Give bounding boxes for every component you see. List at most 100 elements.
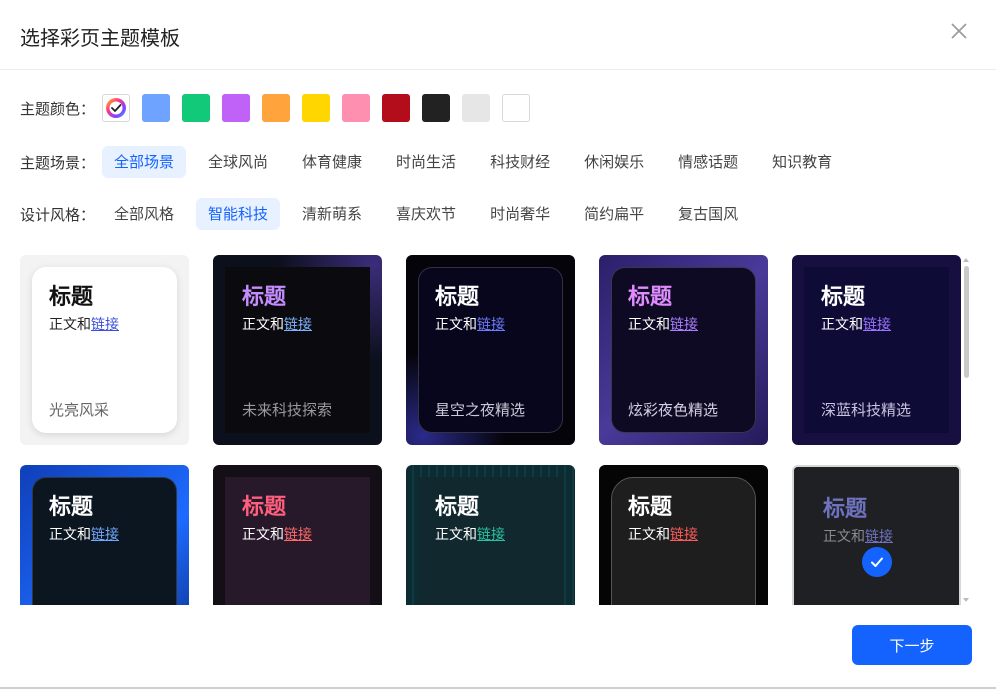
style-chip-3[interactable]: 清新萌系 bbox=[290, 198, 374, 230]
template-card-6[interactable]: 标题正文和链接 bbox=[20, 465, 189, 605]
style-chip-6[interactable]: 简约扁平 bbox=[572, 198, 656, 230]
style-chip-7[interactable]: 复古国风 bbox=[666, 198, 750, 230]
scroll-up-arrow-icon[interactable] bbox=[963, 258, 969, 262]
template-caption: 深蓝科技精选 bbox=[821, 401, 912, 419]
dialog-title: 选择彩页主题模板 bbox=[20, 26, 180, 50]
template-body-plain: 正文和 bbox=[49, 317, 91, 333]
template-title-text: 标题 bbox=[49, 495, 94, 520]
template-card-4[interactable]: 标题正文和链接炫彩夜色精选 bbox=[599, 255, 768, 445]
color-swatch-1[interactable] bbox=[142, 94, 170, 122]
template-body-plain: 正文和 bbox=[823, 529, 865, 545]
template-card-2[interactable]: 标题正文和链接未来科技探索 bbox=[213, 255, 382, 445]
scene-chip-5[interactable]: 科技财经 bbox=[478, 146, 562, 178]
style-chip-1[interactable]: 全部风格 bbox=[102, 198, 186, 230]
color-swatch-5[interactable] bbox=[302, 94, 330, 122]
template-caption: 光亮风采 bbox=[49, 401, 110, 419]
template-title-text: 标题 bbox=[435, 495, 480, 520]
template-body-text: 正文和链接 bbox=[435, 524, 505, 544]
close-icon[interactable] bbox=[948, 20, 970, 42]
template-caption: 星空之夜精选 bbox=[435, 401, 526, 419]
template-body-plain: 正文和 bbox=[435, 527, 477, 543]
template-card-1[interactable]: 标题正文和链接光亮风采 bbox=[20, 255, 189, 445]
template-body-link: 链接 bbox=[670, 317, 698, 333]
scene-chip-8[interactable]: 知识教育 bbox=[760, 146, 844, 178]
template-body-link: 链接 bbox=[91, 527, 119, 543]
template-body-link: 链接 bbox=[284, 527, 312, 543]
template-card-9[interactable]: 标题正文和链接 bbox=[599, 465, 768, 605]
scroll-thumb[interactable] bbox=[964, 266, 969, 378]
template-body-link: 链接 bbox=[863, 317, 891, 333]
template-body-link: 链接 bbox=[477, 527, 505, 543]
scroll-down-arrow-icon[interactable] bbox=[963, 598, 969, 602]
template-body-text: 正文和链接 bbox=[628, 524, 698, 544]
template-body-plain: 正文和 bbox=[821, 317, 863, 333]
template-body-plain: 正文和 bbox=[628, 527, 670, 543]
dialog-header: 选择彩页主题模板 bbox=[0, 0, 996, 70]
style-chip-4[interactable]: 喜庆欢节 bbox=[384, 198, 468, 230]
template-card-8[interactable]: 标题正文和链接 bbox=[406, 465, 575, 605]
color-swatch-10[interactable] bbox=[502, 94, 530, 122]
template-body-plain: 正文和 bbox=[242, 317, 284, 333]
color-swatch-6[interactable] bbox=[342, 94, 370, 122]
theme-template-dialog: 选择彩页主题模板 主题颜色： 主题场景： 全部场景 全球风尚 体育健康 时尚生活… bbox=[0, 0, 996, 689]
template-body-plain: 正文和 bbox=[242, 527, 284, 543]
color-swatch-9[interactable] bbox=[462, 94, 490, 122]
scene-chip-3[interactable]: 体育健康 bbox=[290, 146, 374, 178]
template-caption: 未来科技探索 bbox=[242, 401, 333, 419]
template-body-link: 链接 bbox=[284, 317, 312, 333]
template-gallery: 标题 正文和链接 光亮风采 标题 正文和链接 未来科技探索 标题 正文和链接 星空之夜精选 标题正… bbox=[20, 255, 964, 605]
color-swatch-8[interactable] bbox=[422, 94, 450, 122]
selected-check-icon bbox=[862, 547, 892, 577]
scene-chip-1[interactable]: 全部场景 bbox=[102, 146, 187, 178]
design-style-row: 设计风格： 全部风格 智能科技 清新萌系 喜庆欢节 时尚奢华 简约扁平 复古国风 bbox=[20, 198, 760, 230]
theme-scene-row: 主题场景： 全部场景 全球风尚 体育健康 时尚生活 科技财经 休闲娱乐 情感话题 知识教育 bbox=[20, 146, 854, 178]
color-swatch-2[interactable] bbox=[182, 94, 210, 122]
template-body-text: 正文和链接 bbox=[49, 314, 119, 334]
color-swatch-list bbox=[142, 94, 542, 122]
template-body-link: 链接 bbox=[670, 527, 698, 543]
template-body-text: 正文和链接 bbox=[821, 314, 891, 334]
gallery-scrollbar[interactable] bbox=[962, 258, 970, 602]
template-body-link: 链接 bbox=[477, 317, 505, 333]
template-card-10[interactable]: 标题 正文和链接 bbox=[792, 465, 961, 605]
scene-chip-2[interactable]: 全球风尚 bbox=[196, 146, 280, 178]
next-step-button[interactable]: 下一步 bbox=[852, 625, 972, 665]
scene-chip-7[interactable]: 情感话题 bbox=[666, 146, 750, 178]
style-chip-2[interactable]: 智能科技 bbox=[196, 198, 281, 230]
theme-color-row: 主题颜色： bbox=[20, 92, 542, 124]
template-body-plain: 正文和 bbox=[435, 317, 477, 333]
template-title-text: 标题 bbox=[242, 285, 287, 310]
style-chip-5[interactable]: 时尚奢华 bbox=[478, 198, 562, 230]
template-body-plain: 正文和 bbox=[628, 317, 670, 333]
template-caption: 炫彩夜色精选 bbox=[628, 401, 719, 419]
template-body-text: 正文和链接 bbox=[628, 314, 698, 334]
color-swatch-multicolor[interactable] bbox=[102, 94, 130, 122]
template-card-3[interactable]: 标题正文和链接星空之夜精选 bbox=[406, 255, 575, 445]
template-title-text: 标题 bbox=[49, 285, 94, 310]
scene-chip-6[interactable]: 休闲娱乐 bbox=[572, 146, 656, 178]
color-swatch-7[interactable] bbox=[382, 94, 410, 122]
template-body-text: 正文和链接 bbox=[242, 314, 312, 334]
design-style-label: 设计风格： bbox=[20, 205, 96, 224]
color-swatch-4[interactable] bbox=[262, 94, 290, 122]
template-body-plain: 正文和 bbox=[49, 527, 91, 543]
template-card-7[interactable]: 标题正文和链接 bbox=[213, 465, 382, 605]
template-body-text: 正文和链接 bbox=[242, 524, 312, 544]
theme-color-label: 主题颜色： bbox=[20, 99, 96, 118]
template-body-text: 正文和链接 bbox=[823, 526, 893, 546]
template-card-5[interactable]: 标题正文和链接深蓝科技精选 bbox=[792, 255, 961, 445]
template-title-text: 标题 bbox=[821, 285, 866, 310]
template-title-text: 标题 bbox=[435, 285, 480, 310]
template-title-text: 标题 bbox=[628, 495, 673, 520]
rainbow-check-icon bbox=[106, 98, 126, 118]
template-body-link: 链接 bbox=[865, 529, 893, 545]
scene-chip-4[interactable]: 时尚生活 bbox=[384, 146, 468, 178]
scene-chip-list: 全部场景 全球风尚 体育健康 时尚生活 科技财经 休闲娱乐 情感话题 知识教育 bbox=[102, 146, 854, 178]
template-body-link: 链接 bbox=[91, 317, 119, 333]
template-body-text: 正文和链接 bbox=[435, 314, 505, 334]
style-chip-list: 全部风格 智能科技 清新萌系 喜庆欢节 时尚奢华 简约扁平 复古国风 bbox=[102, 198, 760, 230]
template-title-text: 标题 bbox=[628, 285, 673, 310]
color-swatch-3[interactable] bbox=[222, 94, 250, 122]
template-title-text: 标题 bbox=[242, 495, 287, 520]
theme-scene-label: 主题场景： bbox=[20, 153, 96, 172]
